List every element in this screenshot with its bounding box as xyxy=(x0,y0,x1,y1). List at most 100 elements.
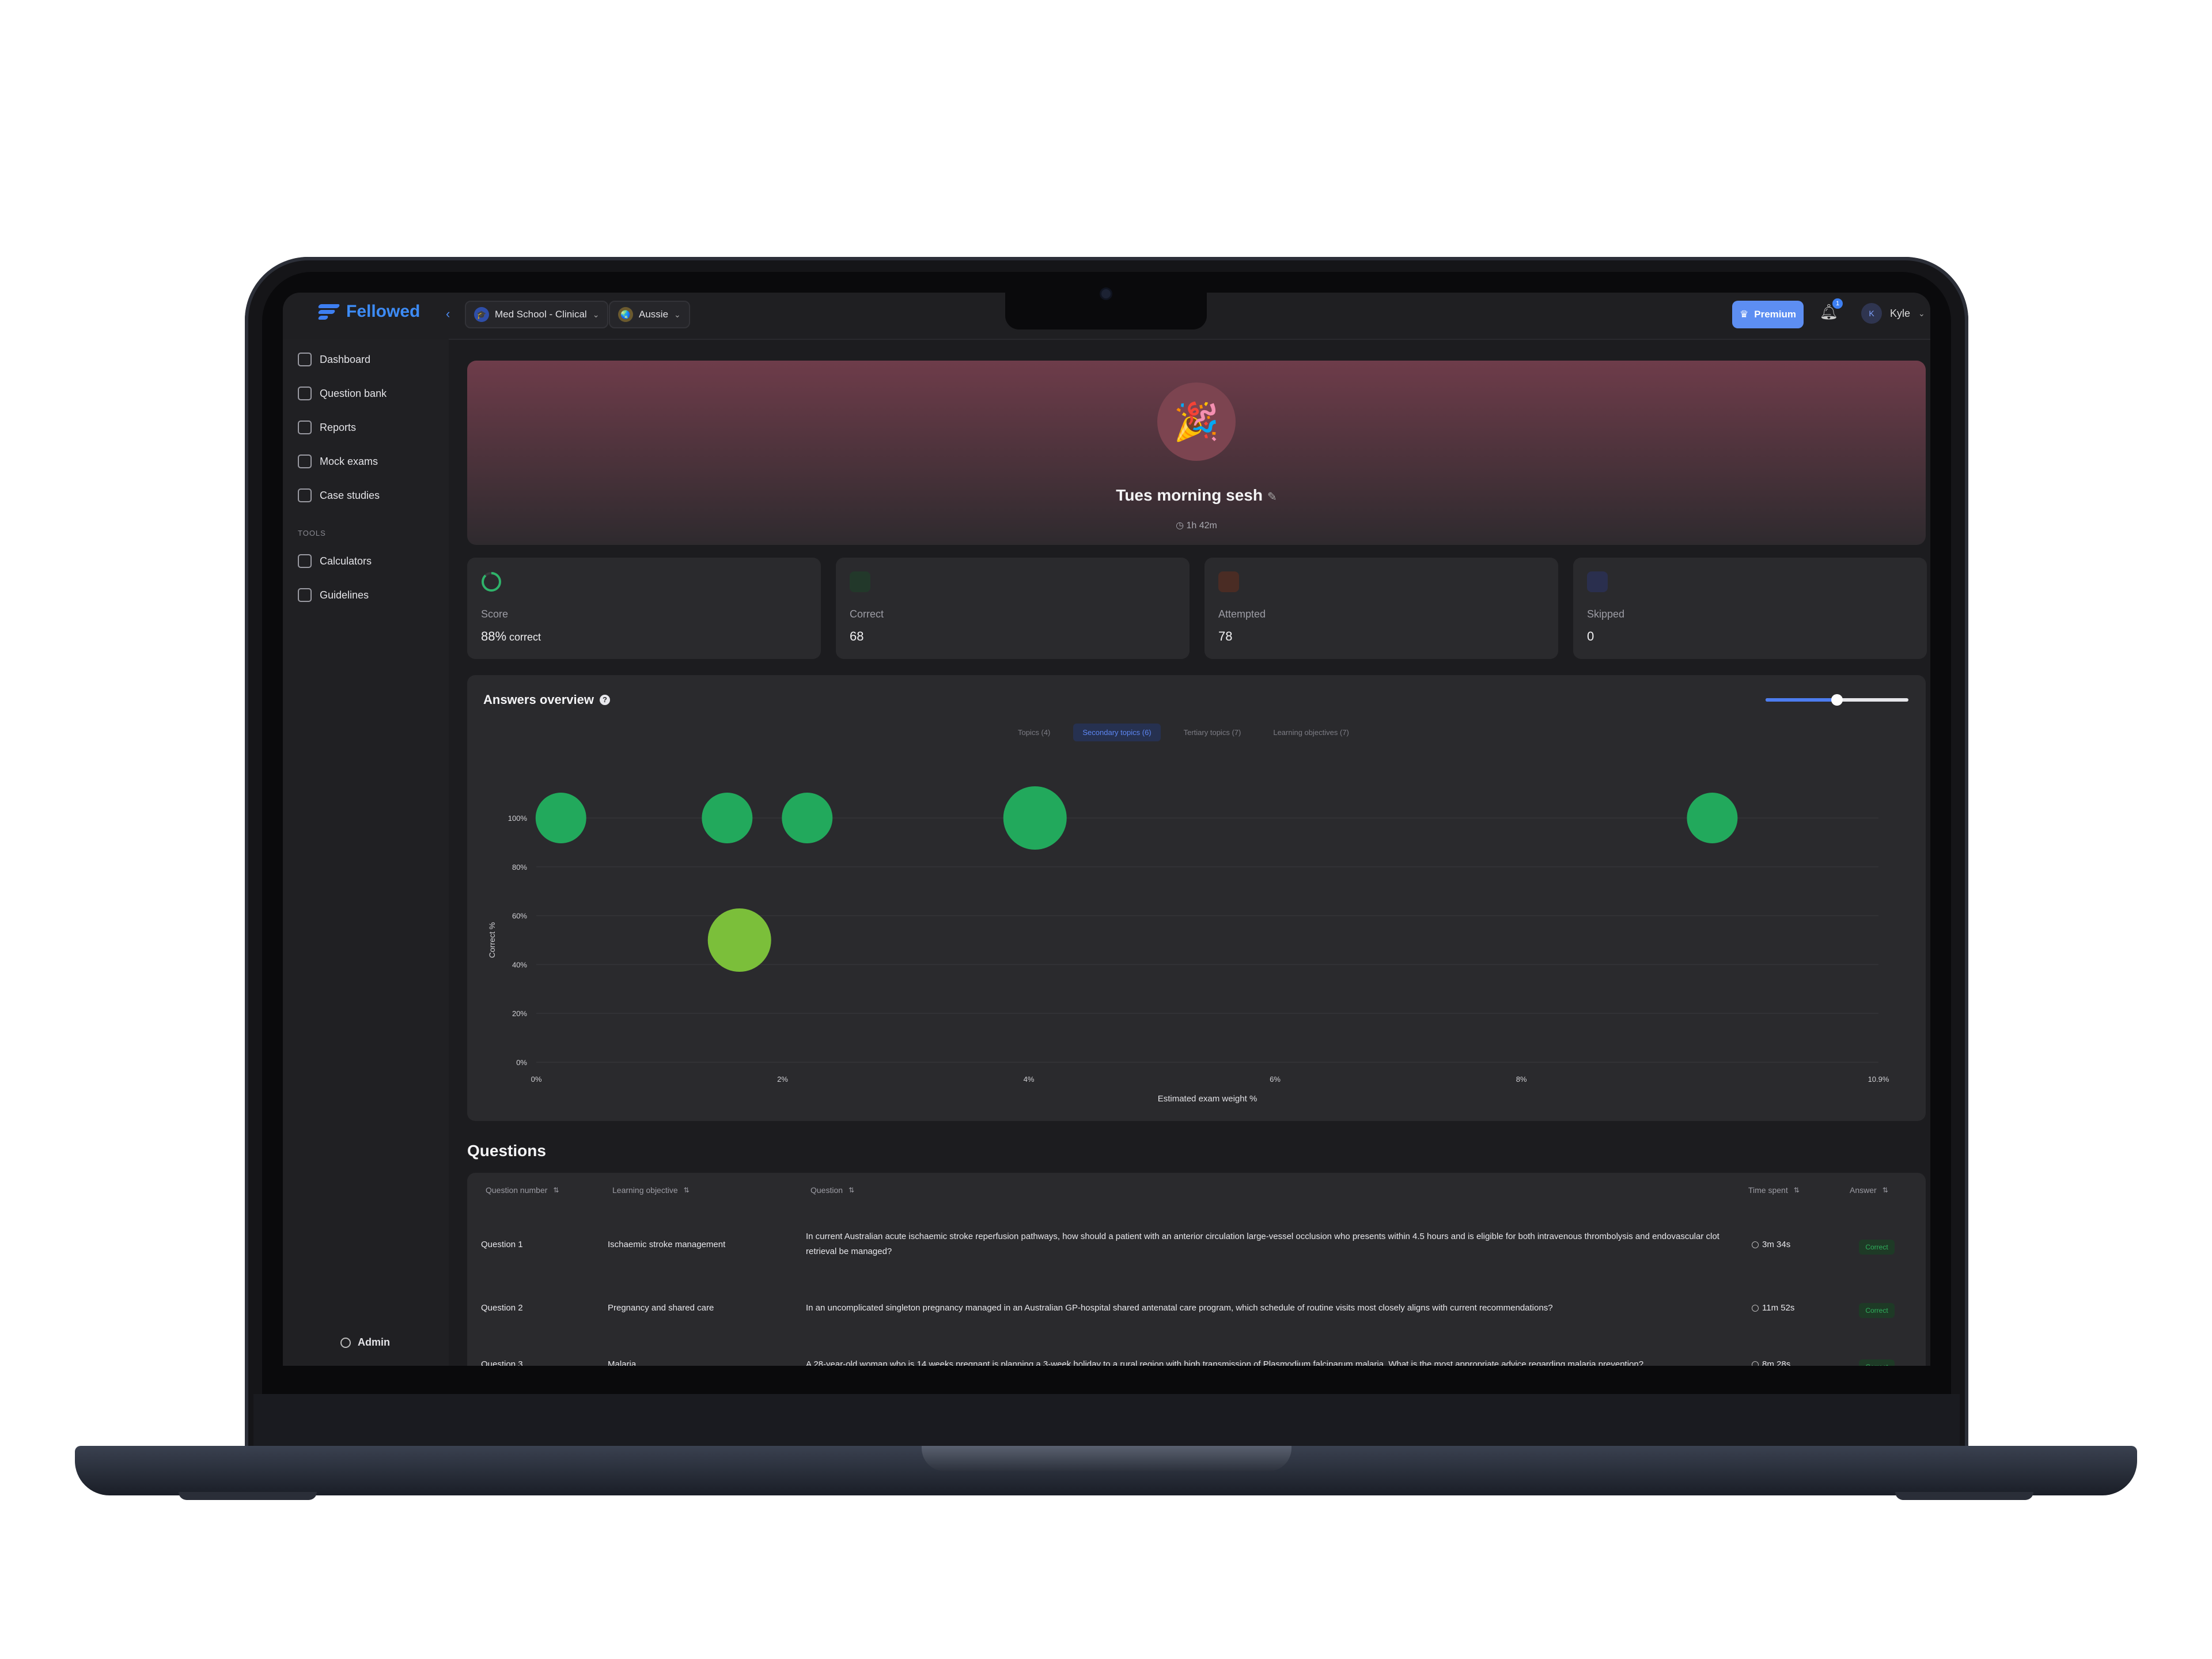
laptop-foot-left xyxy=(179,1492,317,1500)
answers-scatter-chart: 0% 20% 40% 60% 80% 100% 0% 2% 4% 6% 8% 10.9% Estimat… xyxy=(487,786,1889,1104)
sidebar-item-label: Case studies xyxy=(320,489,380,501)
column-header-label: Learning objective xyxy=(612,1185,678,1195)
clock-icon: ◷ xyxy=(1176,521,1184,531)
edit-pencil-icon[interactable]: ✎ xyxy=(1267,491,1277,503)
region-selector-label: Aussie xyxy=(639,309,669,320)
y-tick-label: 0% xyxy=(516,1058,527,1067)
session-duration-text: 1h 42m xyxy=(1186,521,1217,531)
questions-table: Question number ⇅ Learning objective ⇅ Que… xyxy=(467,1173,1926,1366)
sidebar-item-label: Question bank xyxy=(320,387,387,399)
column-header-answer[interactable]: Answer ⇅ xyxy=(1850,1185,1888,1195)
chevron-down-icon: ⌄ xyxy=(1918,308,1925,318)
question-number-cell: Question 1 xyxy=(481,1240,523,1249)
region-flag-icon: 🌏 xyxy=(618,307,633,322)
score-percent: 88% xyxy=(481,629,507,643)
correct-label: Correct xyxy=(850,608,884,620)
x-tick-label: 10.9% xyxy=(1868,1075,1889,1084)
x-tick-label: 2% xyxy=(777,1075,788,1084)
learning-objective-cell: Pregnancy and shared care xyxy=(608,1303,714,1313)
chevron-down-icon: ⌄ xyxy=(592,309,600,319)
question-number-cell: Question 2 xyxy=(481,1303,523,1313)
y-tick-label: 60% xyxy=(512,912,527,921)
fellowed-logo-icon xyxy=(317,303,340,320)
sidebar-item-case-studies[interactable]: Case studies xyxy=(298,488,380,502)
session-title-text: Tues morning sesh xyxy=(1116,486,1263,504)
brand-logo[interactable]: Fellowed xyxy=(317,302,420,321)
y-axis-label: Correct % xyxy=(487,922,497,958)
attempted-label: Attempted xyxy=(1218,608,1266,620)
user-menu[interactable]: K Kyle ⌄ xyxy=(1861,303,1925,324)
sort-icon: ⇅ xyxy=(1793,1186,1800,1194)
sidebar-item-label: Mock exams xyxy=(320,455,378,467)
sidebar-item-reports[interactable]: Reports xyxy=(298,421,356,434)
table-row[interactable]: Question 2 Pregnancy and shared care In … xyxy=(467,1286,1926,1349)
question-text-cell: A 28-year-old woman who is 14 weeks preg… xyxy=(806,1359,1644,1366)
attempted-icon xyxy=(1218,571,1239,592)
score-suffix: correct xyxy=(506,631,541,643)
column-header-question[interactable]: Question ⇅ xyxy=(810,1185,854,1195)
premium-label: Premium xyxy=(1754,309,1796,320)
table-row[interactable]: Question 1 Ischaemic stroke management I… xyxy=(467,1222,1926,1286)
column-header-time-spent[interactable]: Time spent ⇅ xyxy=(1748,1185,1800,1195)
course-selector[interactable]: 🎓 Med School - Clinical ⌄ xyxy=(465,301,609,328)
chart-bubble xyxy=(702,793,753,843)
app-screen: Fellowed ‹ 🎓 Med School - Clinical ⌄ 🌏 A… xyxy=(283,293,1930,1366)
tools-section-label: TOOLS xyxy=(298,529,326,537)
status-badge: Correct xyxy=(1859,1359,1895,1366)
skipped-label: Skipped xyxy=(1587,608,1625,620)
correct-value: 68 xyxy=(850,629,864,643)
time-spent-text: 3m 34s xyxy=(1762,1240,1791,1249)
reports-icon xyxy=(298,421,312,434)
sidebar-item-dashboard[interactable]: Dashboard xyxy=(298,353,370,366)
time-spent-text: 8m 28s xyxy=(1762,1359,1791,1366)
time-spent-cell: 8m 28s xyxy=(1752,1357,1790,1366)
sidebar-item-label: Reports xyxy=(320,421,357,433)
sidebar-item-mock-exams[interactable]: Mock exams xyxy=(298,454,378,468)
sidebar-item-label: Guidelines xyxy=(320,589,369,601)
chart-bubble xyxy=(782,793,833,843)
chart-bubble xyxy=(535,793,586,843)
column-header-label: Question number xyxy=(486,1185,548,1195)
skipped-icon xyxy=(1587,571,1608,592)
x-axis-label: Estimated exam weight % xyxy=(1158,1094,1257,1104)
sort-icon: ⇅ xyxy=(1882,1186,1888,1194)
crown-icon: ♛ xyxy=(1740,309,1749,320)
admin-shield-icon xyxy=(340,1337,351,1348)
status-badge: Correct xyxy=(1859,1240,1895,1255)
laptop-foot-right xyxy=(1895,1492,2033,1500)
premium-button[interactable]: ♛ Premium xyxy=(1732,301,1804,328)
sidebar: Dashboard Question bank Reports Mock exa… xyxy=(283,339,449,1366)
sort-icon: ⇅ xyxy=(683,1186,690,1194)
session-title: Tues morning sesh ✎ xyxy=(467,486,1926,505)
region-selector[interactable]: 🌏 Aussie ⌄ xyxy=(609,301,690,328)
column-header-label: Time spent xyxy=(1748,1185,1788,1195)
attempted-value: 78 xyxy=(1218,629,1233,643)
attempted-card: Attempted 78 xyxy=(1205,558,1558,659)
time-spent-cell: 3m 34s xyxy=(1752,1237,1790,1252)
guidelines-icon xyxy=(298,588,312,602)
sidebar-item-calculators[interactable]: Calculators xyxy=(298,554,372,568)
score-value: 88% correct xyxy=(481,629,541,644)
skipped-value: 0 xyxy=(1587,629,1594,643)
column-header-learning-objective[interactable]: Learning objective ⇅ xyxy=(612,1185,690,1195)
question-number-cell: Question 3 xyxy=(481,1359,523,1366)
questions-title: Questions xyxy=(467,1142,546,1160)
camera-icon xyxy=(1101,289,1111,298)
course-selector-label: Med School - Clinical xyxy=(495,309,587,320)
avatar: K xyxy=(1861,303,1882,324)
time-spent-cell: 11m 52s xyxy=(1752,1301,1794,1316)
table-row[interactable]: Question 3 Malaria A 28-year-old woman w… xyxy=(467,1342,1926,1366)
correct-card: Correct 68 xyxy=(836,558,1190,659)
sidebar-item-label: Calculators xyxy=(320,555,372,567)
sidebar-item-guidelines[interactable]: Guidelines xyxy=(298,588,369,602)
learning-objective-cell: Ischaemic stroke management xyxy=(608,1240,726,1249)
score-label: Score xyxy=(481,608,509,620)
status-badge: Correct xyxy=(1859,1303,1895,1318)
sidebar-item-admin[interactable]: Admin xyxy=(340,1336,390,1349)
answers-overview-panel: Answers overview ? Topics (4) Secondary … xyxy=(467,675,1926,1121)
collapse-sidebar-icon[interactable]: ‹ xyxy=(446,306,450,321)
calculator-icon xyxy=(298,554,312,568)
sidebar-item-question-bank[interactable]: Question bank xyxy=(298,387,387,400)
chart-bubble xyxy=(1003,786,1067,850)
column-header-question-number[interactable]: Question number ⇅ xyxy=(486,1185,559,1195)
